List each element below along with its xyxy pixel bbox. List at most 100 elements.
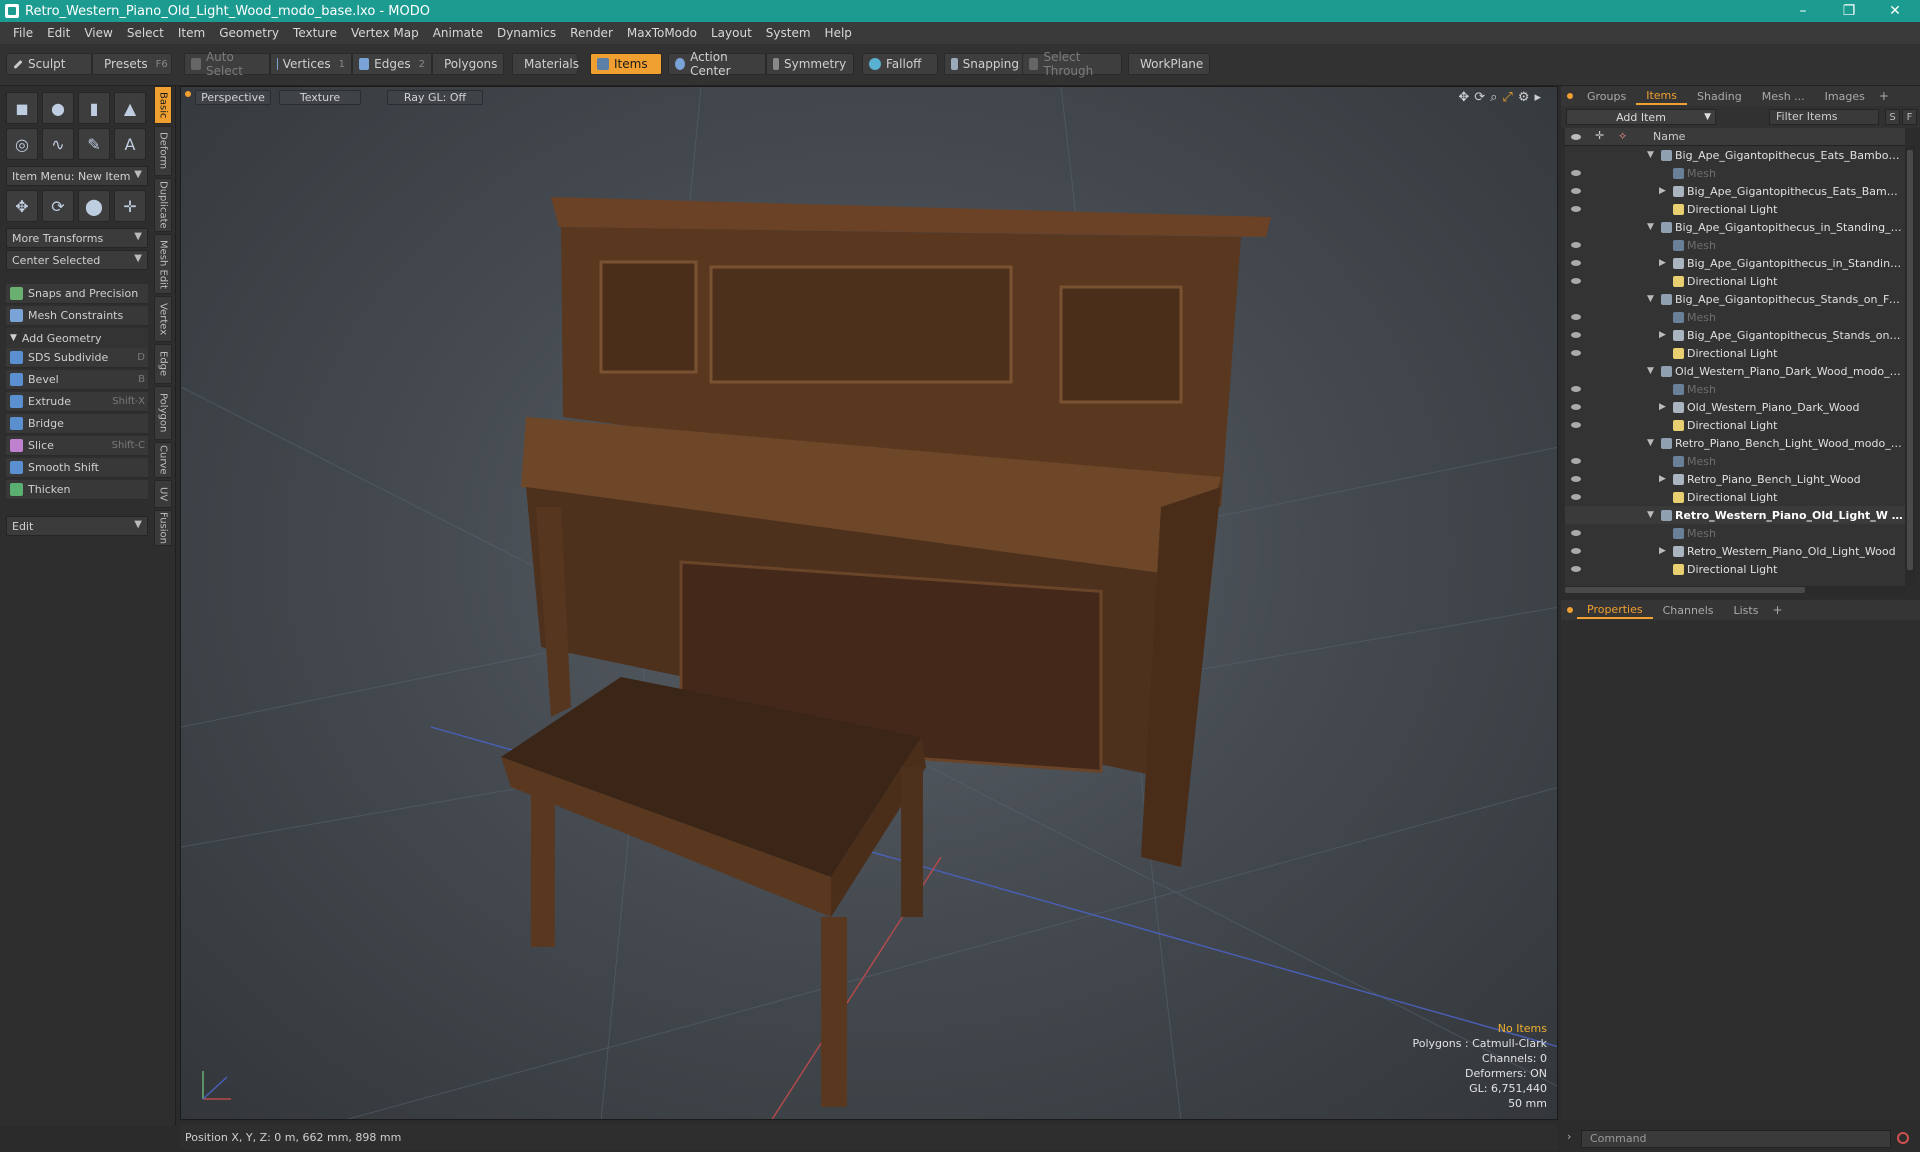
expand-right-icon[interactable]: ▶	[1659, 402, 1666, 412]
menu-dynamics[interactable]: Dynamics	[490, 26, 563, 40]
play-icon[interactable]: ▸	[1534, 90, 1541, 105]
tab-groups[interactable]: Groups	[1577, 87, 1636, 105]
visibility-eye-icon[interactable]	[1571, 458, 1581, 464]
rotate-icon[interactable]: ⟳	[42, 190, 74, 222]
center-selected-dropdown[interactable]: Center Selected ▼	[6, 250, 148, 270]
items-button[interactable]: Items	[590, 53, 662, 75]
menu-select[interactable]: Select	[120, 26, 171, 40]
visibility-eye-icon[interactable]	[1571, 242, 1581, 248]
tool-sds-subdivide[interactable]: SDS Subdivide D	[6, 348, 148, 368]
materials-button[interactable]: Materials	[512, 53, 579, 75]
expand-down-icon[interactable]: ▼	[1647, 294, 1654, 304]
tree-row[interactable]: Mesh	[1565, 236, 1905, 254]
visibility-eye-icon[interactable]	[1571, 530, 1581, 536]
menu-geometry[interactable]: Geometry	[212, 26, 286, 40]
tree-row[interactable]: Mesh	[1565, 380, 1905, 398]
tree-row[interactable]: Directional Light	[1565, 272, 1905, 290]
menu-view[interactable]: View	[77, 26, 119, 40]
expand-down-icon[interactable]: ▼	[1647, 150, 1654, 160]
tree-row[interactable]: ▶ Big_Ape_Gigantopithecus_Eats_Bamboo ...	[1565, 182, 1905, 200]
tree-row[interactable]: Directional Light	[1565, 200, 1905, 218]
s-filter-button[interactable]: S	[1885, 109, 1900, 125]
tree-row[interactable]: Directional Light	[1565, 488, 1905, 506]
tree-row[interactable]: ▼ Old_Western_Piano_Dark_Wood_modo_ba...	[1565, 362, 1905, 380]
visibility-eye-icon[interactable]	[1571, 422, 1581, 428]
more-transforms-dropdown[interactable]: More Transforms ▼	[6, 228, 148, 248]
menu-maxtomodo[interactable]: MaxToModo	[620, 26, 704, 40]
pan-icon[interactable]: ✥	[1458, 90, 1469, 105]
tab-images[interactable]: Images	[1815, 87, 1875, 105]
tree-row[interactable]: Mesh	[1565, 524, 1905, 542]
expand-right-icon[interactable]: ▶	[1659, 474, 1666, 484]
tab-items[interactable]: Items	[1636, 87, 1688, 105]
zoom-icon[interactable]: ⌕	[1490, 90, 1497, 105]
item-list-scrollbar[interactable]	[1905, 146, 1915, 586]
tree-row[interactable]: Directional Light	[1565, 416, 1905, 434]
expand-down-icon[interactable]: ▼	[1647, 222, 1654, 232]
tool-extrude[interactable]: Extrude Shift-X	[6, 392, 148, 412]
vtab-uv[interactable]: UV	[154, 480, 172, 508]
shading-mode-button[interactable]: Texture	[279, 90, 361, 105]
close-button[interactable]: ✕	[1872, 0, 1918, 22]
item-list-hscrollbar[interactable]	[1565, 586, 1905, 594]
name-column-header[interactable]: Name	[1653, 130, 1685, 143]
symmetry-button[interactable]: Symmetry	[766, 53, 854, 75]
vtab-duplicate[interactable]: Duplicate	[154, 178, 172, 232]
visibility-eye-icon[interactable]	[1571, 170, 1581, 176]
expand-right-icon[interactable]: ▶	[1659, 546, 1666, 556]
eye-column-icon[interactable]	[1571, 134, 1581, 140]
menu-render[interactable]: Render	[563, 26, 620, 40]
tree-row[interactable]: Mesh	[1565, 452, 1905, 470]
menu-file[interactable]: File	[6, 26, 40, 40]
edit-dropdown[interactable]: Edit ▼	[6, 516, 148, 536]
sculpt-button[interactable]: Sculpt	[6, 53, 92, 75]
vertices-button[interactable]: Vertices 1	[270, 53, 352, 75]
tab-mesh-[interactable]: Mesh ...	[1752, 87, 1815, 105]
select-through-button[interactable]: Select Through	[1022, 50, 1122, 78]
torus-icon[interactable]: ◎	[6, 128, 38, 160]
panel-menu-icon[interactable]	[1567, 607, 1573, 613]
tool-bevel[interactable]: Bevel B	[6, 370, 148, 390]
cube-icon[interactable]: ◼	[6, 92, 38, 124]
add-tab-icon[interactable]: +	[1879, 89, 1889, 103]
f-filter-button[interactable]: F	[1902, 109, 1917, 125]
menu-texture[interactable]: Texture	[286, 26, 344, 40]
falloff-button[interactable]: Falloff	[862, 53, 938, 75]
visibility-eye-icon[interactable]	[1571, 386, 1581, 392]
fit-icon[interactable]: ⤢	[1502, 90, 1512, 105]
maximize-button[interactable]: ❐	[1826, 0, 1872, 22]
menu-item[interactable]: Item	[171, 26, 212, 40]
tool-smooth-shift[interactable]: Smooth Shift	[6, 458, 148, 478]
tree-row[interactable]: ▼ Big_Ape_Gigantopithecus_Eats_Bamboo_Pl.…	[1565, 146, 1905, 164]
cone-icon[interactable]: ▲	[114, 92, 146, 124]
command-input[interactable]: Command	[1581, 1130, 1891, 1148]
text-icon[interactable]: A	[114, 128, 146, 160]
tree-row[interactable]: ▼ Retro_Western_Piano_Old_Light_W ...	[1565, 506, 1905, 524]
orbit-icon[interactable]: ⟳	[1474, 90, 1485, 105]
visibility-eye-icon[interactable]	[1571, 188, 1581, 194]
sphere-icon[interactable]: ●	[42, 92, 74, 124]
tree-row[interactable]: ▼ Retro_Piano_Bench_Light_Wood_modo_ba...	[1565, 434, 1905, 452]
visibility-eye-icon[interactable]	[1571, 494, 1581, 500]
tab-shading[interactable]: Shading	[1687, 87, 1752, 105]
tool-thicken[interactable]: Thicken	[6, 480, 148, 500]
visibility-eye-icon[interactable]	[1571, 278, 1581, 284]
vtab-edge[interactable]: Edge	[154, 344, 172, 384]
vtab-vertex[interactable]: Vertex	[154, 296, 172, 342]
visibility-eye-icon[interactable]	[1571, 404, 1581, 410]
vtab-fusion[interactable]: Fusion	[154, 510, 172, 546]
vtab-mesh-edit[interactable]: Mesh Edit	[154, 234, 172, 294]
pen-icon[interactable]: ✎	[78, 128, 110, 160]
visibility-eye-icon[interactable]	[1571, 206, 1581, 212]
tree-row[interactable]: ▶ Big_Ape_Gigantopithecus_in_Standing_ ..…	[1565, 254, 1905, 272]
tree-row[interactable]: Directional Light	[1565, 560, 1905, 578]
presets-button[interactable]: Presets F6	[92, 53, 172, 75]
visibility-eye-icon[interactable]	[1571, 476, 1581, 482]
vtab-curve[interactable]: Curve	[154, 442, 172, 478]
view-mode-button[interactable]: Perspective	[195, 90, 271, 105]
visibility-eye-icon[interactable]	[1571, 332, 1581, 338]
tree-row[interactable]: Directional Light	[1565, 344, 1905, 362]
tree-row[interactable]: Mesh	[1565, 164, 1905, 182]
menu-system[interactable]: System	[759, 26, 818, 40]
vtab-basic[interactable]: Basic	[154, 86, 172, 124]
